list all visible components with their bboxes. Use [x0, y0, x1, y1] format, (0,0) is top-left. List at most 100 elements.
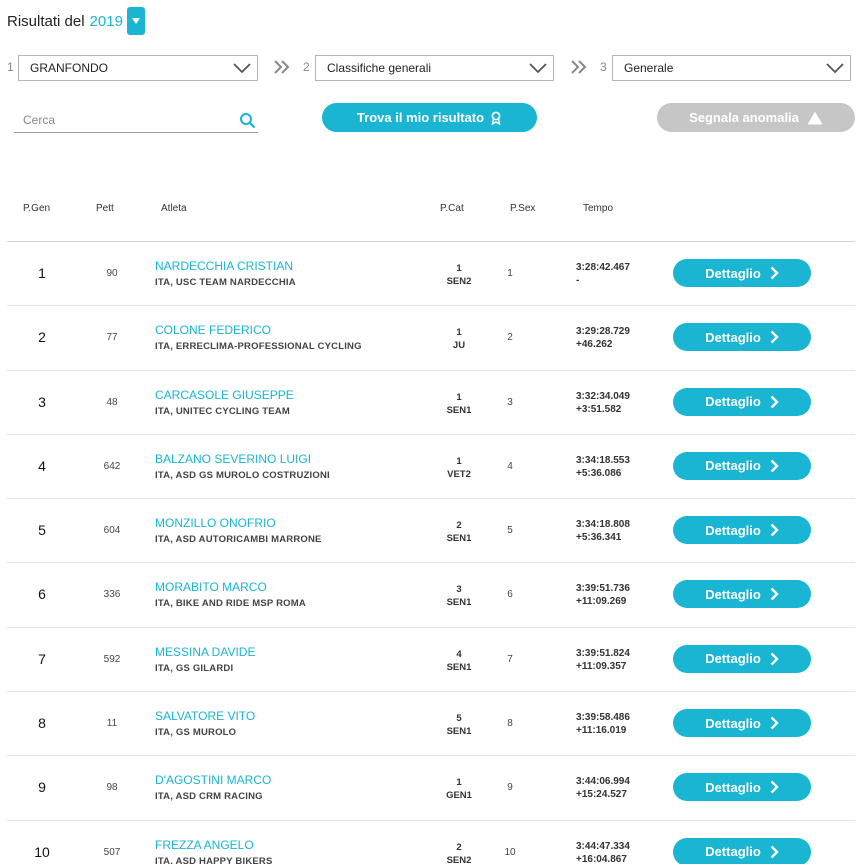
category-position: 3 SEN1: [432, 583, 486, 609]
chevron-down-icon: [529, 63, 547, 74]
header-time[interactable]: Tempo: [583, 203, 613, 214]
athlete-team: ITA, BIKE AND RIDE MSP ROMA: [155, 598, 306, 610]
athlete-name-link[interactable]: MESSINA DAVIDE: [155, 645, 255, 659]
bib-number: 11: [106, 718, 118, 730]
category-position: 1 JU: [432, 326, 486, 352]
category-rank: 2: [456, 520, 462, 532]
time-cell: 3:32:34.049 +3:51.582: [576, 390, 630, 416]
report-anomaly-button[interactable]: Segnala anomalia: [657, 103, 855, 132]
table-row: 2 77 COLONE FEDERICO ITA, ERRECLIMA-PROFESS…: [7, 306, 855, 371]
step-2-number: 2: [303, 60, 310, 74]
detail-button[interactable]: Dettaglio: [673, 644, 811, 673]
time-cell: 3:28:42.467 -: [576, 261, 630, 287]
athlete-name-link[interactable]: MORABITO MARCO: [155, 580, 267, 594]
detail-button-label: Dettaglio: [705, 715, 761, 731]
year-dropdown-button[interactable]: [126, 7, 145, 35]
bib-number: 592: [103, 653, 121, 665]
year-label[interactable]: 2019: [90, 13, 123, 30]
detail-button-label: Dettaglio: [705, 586, 761, 602]
detail-button-label: Dettaglio: [705, 458, 761, 474]
table-row: 4 642 BALZANO SEVERINO LUIGI ITA, ASD GS MU…: [7, 435, 855, 500]
general-position: 2: [38, 329, 46, 346]
page-title: Risultati del: [7, 12, 85, 30]
detail-button[interactable]: Dettaglio: [673, 323, 811, 352]
chevron-right-icon: [770, 588, 779, 601]
athlete-name-link[interactable]: D'AGOSTINI MARCO: [155, 773, 271, 787]
general-position: 10: [34, 843, 50, 860]
general-position: 1: [38, 265, 46, 281]
sex-position: 2: [507, 332, 513, 344]
search-input[interactable]: [14, 109, 224, 131]
bib-number: 507: [103, 846, 121, 858]
detail-button[interactable]: Dettaglio: [673, 709, 811, 738]
athlete-team: ITA, ASD AUTORICAMBI MARRONE: [155, 534, 322, 546]
general-position: 5: [38, 522, 46, 539]
athlete-name-link[interactable]: NARDECCHIA CRISTIAN: [155, 259, 293, 273]
sex-position: 4: [507, 460, 513, 472]
ranking-select-value: Generale: [624, 61, 674, 75]
category-position: 4 SEN1: [432, 648, 486, 674]
chevron-right-icon: [770, 845, 779, 859]
table-row: 7 592 MESSINA DAVIDE ITA, GS GILARDI 4 SEN1 7 3…: [7, 628, 855, 693]
detail-button[interactable]: Dettaglio: [673, 516, 811, 545]
category-rank: 1: [456, 391, 462, 403]
table-row: 3 48 CARCASOLE GIUSEPPE ITA, UNITEC CYCLING…: [7, 371, 855, 435]
find-my-result-button[interactable]: Trova il mio risultato: [322, 103, 537, 132]
chevron-right-icon: [770, 716, 779, 730]
category-position: 1 SEN1: [432, 391, 486, 417]
athlete-team: ITA, UNITEC CYCLING TEAM: [155, 405, 290, 417]
general-position: 3: [38, 393, 46, 410]
sex-position: 9: [507, 782, 513, 794]
chevron-right-icon: [770, 652, 779, 666]
time-gap: +5:36.086: [576, 467, 622, 479]
athlete-name-link[interactable]: CARCASOLE GIUSEPPE: [155, 388, 294, 402]
detail-button[interactable]: Dettaglio: [673, 451, 811, 480]
athlete-team: ITA, ASD HAPPY BIKERS: [155, 855, 273, 864]
detail-button[interactable]: Dettaglio: [673, 580, 811, 609]
time-cell: 3:34:18.808 +5:36.341: [576, 518, 630, 544]
detail-button-label: Dettaglio: [705, 522, 761, 538]
detail-button[interactable]: Dettaglio: [673, 773, 811, 802]
finish-time: 3:44:06.994: [576, 776, 630, 788]
table-row: 5 604 MONZILLO ONOFRIO ITA, ASD AUTORICAMBI…: [7, 499, 855, 564]
athlete-name-link[interactable]: COLONE FEDERICO: [155, 323, 271, 337]
detail-button[interactable]: Dettaglio: [673, 837, 811, 864]
ranking-select[interactable]: Generale: [612, 55, 851, 81]
finish-time: 3:39:51.736: [576, 583, 630, 595]
time-cell: 3:29:28.729 +46.262: [576, 325, 630, 351]
header-sex-position[interactable]: P.Sex: [510, 203, 535, 214]
time-gap: +46.262: [576, 339, 613, 351]
detail-button-label: Dettaglio: [705, 844, 761, 860]
category-code: JU: [452, 340, 466, 352]
general-position: 9: [38, 779, 46, 796]
athlete-team: ITA, GS GILARDI: [155, 662, 234, 674]
category-rank: 4: [456, 648, 462, 660]
chevron-down-icon: [233, 63, 251, 74]
athlete-name-link[interactable]: BALZANO SEVERINO LUIGI: [155, 452, 311, 466]
search-icon[interactable]: [239, 112, 256, 129]
time-gap: +5:36.341: [576, 532, 622, 544]
finish-time: 3:44:47.334: [576, 840, 630, 852]
header-category-position[interactable]: P.Cat: [440, 203, 464, 214]
detail-button[interactable]: Dettaglio: [673, 259, 811, 287]
header-bib[interactable]: Pett: [96, 203, 114, 214]
find-my-result-label: Trova il mio risultato: [356, 110, 485, 125]
classification-select[interactable]: Classifiche generali: [315, 55, 554, 81]
athlete-team: ITA, ERRECLIMA-PROFESSIONAL CYCLING: [155, 341, 362, 353]
time-cell: 3:34:18.553 +5:36.086: [576, 454, 630, 480]
detail-button[interactable]: Dettaglio: [673, 387, 811, 416]
chevron-right-icon: [770, 330, 779, 344]
header-athlete[interactable]: Atleta: [161, 203, 187, 214]
athlete-name-link[interactable]: SALVATORE VITO: [155, 709, 255, 723]
category-rank: 1: [456, 777, 462, 789]
search-box: [14, 109, 258, 133]
category-code: SEN2: [446, 854, 472, 864]
athlete-name-link[interactable]: FREZZA ANGELO: [155, 838, 254, 852]
race-select[interactable]: GRANFONDO: [18, 55, 258, 81]
time-gap: +16:04.867: [576, 853, 627, 864]
table-row: 1 90 NARDECCHIA CRISTIAN ITA, USC TEAM NARD…: [7, 242, 855, 307]
finish-time: 3:28:42.467: [576, 262, 630, 273]
detail-button-label: Dettaglio: [705, 651, 761, 667]
athlete-name-link[interactable]: MONZILLO ONOFRIO: [155, 516, 276, 530]
header-general-position[interactable]: P.Gen: [23, 203, 50, 214]
